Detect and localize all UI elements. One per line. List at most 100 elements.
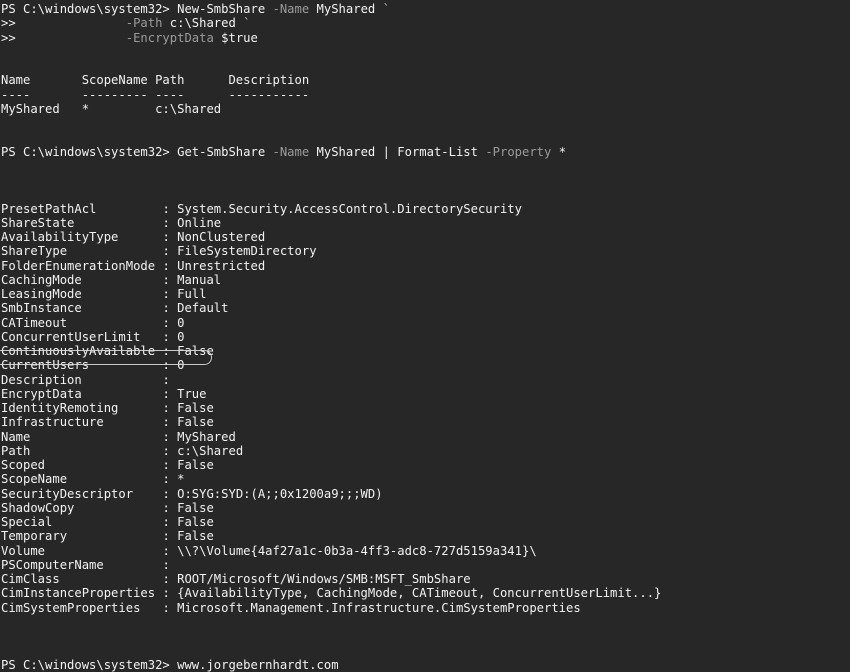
property-value: False [177,515,214,529]
command-line-final: PS C:\windows\system32> www.jorgebernhar… [1,658,850,672]
property-name: LeasingMode [1,287,163,301]
property-row: PSComputerName : [1,558,850,572]
property-separator: : [162,372,178,387]
property-separator: : [162,600,178,615]
property-row: CimSystemProperties : Microsoft.Manageme… [1,601,850,615]
property-separator: : [162,415,178,430]
cmdlet-name: Get-SmbShare [177,144,266,159]
property-row: FolderEnumerationMode : Unrestricted [1,259,850,273]
property-separator: : [162,258,178,273]
property-row: LeasingMode : Full [1,287,850,301]
property-separator: : [162,515,178,529]
prompt-text: PS C:\windows\system32> [1,657,178,672]
property-value: 0 [177,315,185,330]
property-value: MyShared [177,429,236,444]
property-separator: : [162,244,178,259]
property-value: \\?\Volume{4af27a1c-0b3a-4ff3-adc8-727d5… [177,543,537,558]
property-name: CimInstanceProperties [1,586,163,601]
property-row: CachingMode : Manual [1,273,850,287]
property-separator: : [162,429,178,444]
property-value: 0 [177,358,185,373]
property-value: {AvailabilityType, CachingMode, CATimeou… [177,586,662,601]
property-value: False [177,415,214,430]
property-separator: : [162,329,178,344]
property-value: False [177,401,214,415]
format-list-output: PresetPathAcl : System.Security.AccessCo… [1,202,850,615]
powershell-console[interactable]: PS C:\windows\system32> New-SmbShare -Na… [0,0,850,672]
property-name: CimClass [1,572,163,586]
property-row: Volume : \\?\Volume{4af27a1c-0b3a-4ff3-a… [1,544,850,558]
property-value: Full [177,287,207,301]
property-value: 0 [177,329,185,344]
property-row: CimClass : ROOT/Microsoft/Windows/SMB:MS… [1,572,850,586]
property-value: Online [177,215,222,230]
property-name: PSComputerName [1,557,163,572]
property-separator: : [162,386,178,401]
table-row: MyShared * c:\Shared [1,101,222,116]
pipe-operator: | [375,144,398,159]
property-value: Microsoft.Management.Infrastructure.CimS… [177,600,581,615]
property-name: ShareType [1,244,163,259]
property-value: FileSystemDirectory [177,244,317,259]
parameter-encryptdata-value: $true [213,30,258,45]
cmdlet-name-formatlist: Format-List [397,144,478,159]
parameter-encryptdata: -EncryptData [125,30,214,45]
parameter-name: -Name [265,144,310,159]
property-row: Name : MyShared [1,430,850,444]
property-separator: : [162,201,178,216]
property-row: ShareType : FileSystemDirectory [1,244,850,258]
property-separator: : [162,543,178,558]
property-name: Name [1,429,163,444]
property-separator: : [162,358,178,373]
parameter-property-value: * [551,144,567,159]
property-name: PresetPathAcl [1,201,163,216]
parameter-name: -Name [265,2,310,16]
property-row: SecurityDescriptor : O:SYG:SYD:(A;;0x120… [1,487,850,501]
property-name: ShadowCopy [1,500,163,515]
property-row: ConcurrentUserLimit : 0 [1,330,850,344]
line-continuation-backtick: ` [235,16,251,31]
property-name: ConcurrentUserLimit [1,329,163,344]
website-text: www.jorgebernhardt.com [177,657,339,672]
property-row: Path : c:\Shared [1,444,850,458]
property-name: CATimeout [1,315,163,330]
property-name: Description [1,372,163,387]
property-value: False [177,500,214,515]
property-separator: : [162,529,178,544]
property-name: EncryptData [1,386,163,401]
property-name: ShareState [1,215,163,230]
property-value: True [177,386,207,401]
property-separator: : [162,401,178,415]
property-row: PresetPathAcl : System.Security.AccessCo… [1,202,850,216]
property-name: Scoped [1,458,163,472]
cmdlet-name: New-SmbShare [177,2,266,16]
property-name: ContinuouslyAvailable [1,344,163,358]
property-separator: : [162,557,178,572]
prompt-text: PS C:\windows\system32> [1,144,178,159]
property-row: EncryptData : True [1,387,850,401]
property-separator: : [162,472,178,487]
property-value: ROOT/Microsoft/Windows/SMB:MSFT_SmbShare [177,572,471,586]
property-value: c:\Shared [177,443,244,458]
property-name: FolderEnumerationMode [1,258,163,273]
property-separator: : [162,272,178,287]
property-name: ScopeName [1,472,163,487]
property-value: False [177,529,214,544]
parameter-path: -Path [125,16,163,31]
continuation-line-path: >> -Path c:\Shared ` [1,16,850,30]
line-continuation-backtick: ` [375,2,390,16]
property-separator: : [162,586,178,601]
command-line-new-smbshare: PS C:\windows\system32> New-SmbShare -Na… [1,2,850,16]
command-line-get-smbshare: PS C:\windows\system32> Get-SmbShare -Na… [1,145,850,159]
property-name: Path [1,443,163,458]
property-row: CATimeout : 0 [1,316,850,330]
property-separator: : [162,486,178,501]
continuation-prompt: >> [1,16,16,31]
property-row: Temporary : False [1,529,850,543]
property-name: Volume [1,543,163,558]
